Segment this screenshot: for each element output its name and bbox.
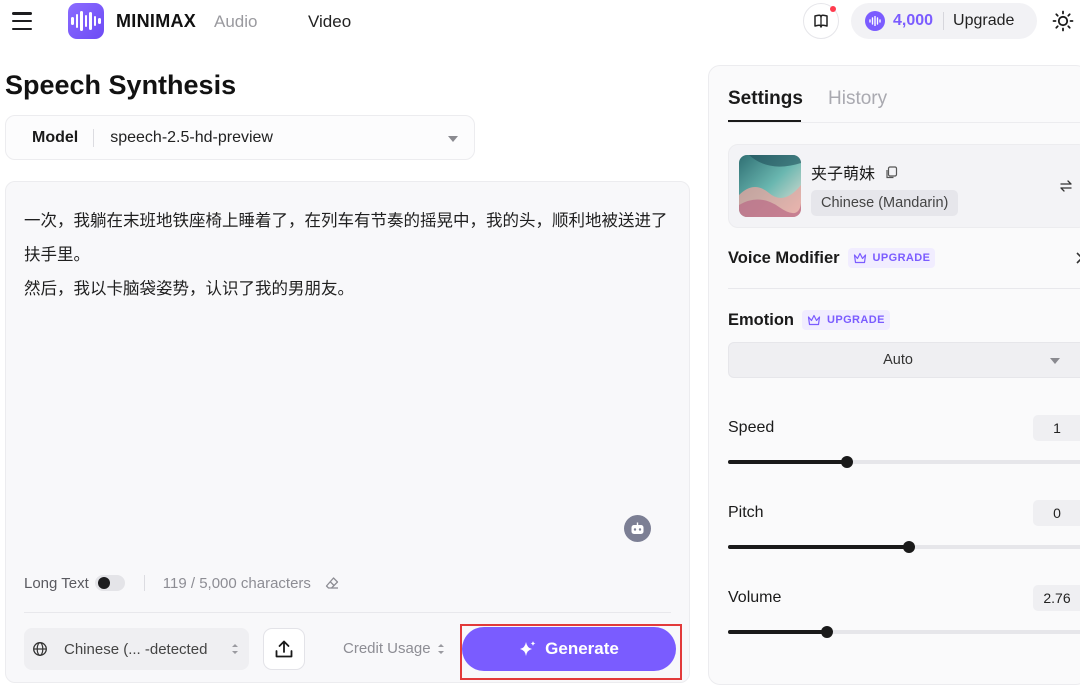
sparkle-icon <box>520 641 536 656</box>
volume-slider-fill <box>728 630 827 634</box>
settings-panel: Settings History 夹子萌妹 Chinese (Mandarin)… <box>708 65 1080 685</box>
model-select[interactable]: Model speech-2.5-hd-preview <box>5 115 475 160</box>
notification-dot <box>830 6 836 12</box>
generate-button[interactable]: Generate <box>462 627 676 671</box>
globe-icon <box>33 642 47 656</box>
voice-language-tag: Chinese (Mandarin) <box>811 190 959 216</box>
eraser-icon[interactable] <box>325 576 339 590</box>
voice-name: 夹子萌妹 <box>811 164 876 183</box>
voice-name-row: 夹子萌妹 <box>811 160 898 184</box>
chevron-right-icon[interactable] <box>1075 252 1080 264</box>
chevron-down-icon <box>1050 358 1060 364</box>
credit-icon <box>865 11 885 31</box>
editor-divider <box>24 612 671 613</box>
text-editor[interactable]: 一次，我躺在末班地铁座椅上睡着了，在列车有节奏的摇晃中，我的头，顺利地被送进了扶… <box>5 181 690 683</box>
book-icon <box>814 14 828 28</box>
nav-video[interactable]: Video <box>308 12 351 32</box>
swap-voice-icon[interactable] <box>1059 179 1073 193</box>
voice-card[interactable]: 夹子萌妹 Chinese (Mandarin) <box>728 144 1080 228</box>
top-bar: MINIMAX Audio Video 4,000 Upgrade <box>0 0 1080 44</box>
script-text[interactable]: 一次，我躺在末班地铁座椅上睡着了，在列车有节奏的摇晃中，我的头，顺利地被送进了扶… <box>24 204 674 306</box>
model-value: speech-2.5-hd-preview <box>110 128 273 146</box>
upgrade-button[interactable]: Upgrade <box>953 12 1014 30</box>
pitch-slider-thumb[interactable] <box>903 541 915 553</box>
pill-divider <box>943 12 945 30</box>
page-title: Speech Synthesis <box>5 70 237 100</box>
updown-arrow-icon <box>232 644 238 654</box>
robot-assistant-icon[interactable] <box>624 515 651 542</box>
emotion-label: Emotion <box>728 310 794 329</box>
voice-avatar <box>739 155 801 217</box>
speed-label: Speed <box>728 419 775 436</box>
voice-modifier-label: Voice Modifier <box>728 248 840 267</box>
nav-audio[interactable]: Audio <box>214 12 257 32</box>
credits-pill[interactable]: 4,000 Upgrade <box>851 3 1037 39</box>
emotion-row: Emotion UPGRADE <box>728 310 890 330</box>
volume-label: Volume <box>728 589 782 606</box>
speed-slider[interactable] <box>728 456 1080 468</box>
tabs-divider <box>728 122 1080 123</box>
crown-icon <box>853 252 866 264</box>
long-text-row: Long Text 119 / 5,000 characters <box>24 572 339 594</box>
long-text-divider <box>143 575 145 591</box>
language-select[interactable]: Chinese (... -detected <box>24 628 249 670</box>
language-select-value: Chinese (... -detected <box>64 640 208 658</box>
model-label: Model <box>32 128 79 146</box>
pitch-slider-fill <box>728 545 909 549</box>
upload-button[interactable] <box>263 628 305 670</box>
speed-slider-fill <box>728 460 847 464</box>
section-divider <box>728 288 1080 289</box>
upload-icon <box>275 640 293 658</box>
credit-usage-label: Credit Usage <box>343 640 431 657</box>
voice-modifier-row[interactable]: Voice Modifier UPGRADE <box>728 248 936 268</box>
notification-button[interactable] <box>803 3 839 39</box>
credit-usage-select[interactable]: Credit Usage <box>343 640 445 657</box>
long-text-label: Long Text <box>24 574 89 592</box>
long-text-toggle[interactable] <box>94 575 125 591</box>
credits-balance: 4,000 <box>893 12 934 29</box>
updown-arrow-icon <box>437 643 444 654</box>
upgrade-badge[interactable]: UPGRADE <box>802 310 890 330</box>
brand-name: MINIMAX <box>116 11 197 31</box>
tab-settings[interactable]: Settings <box>728 88 803 110</box>
volume-slider[interactable] <box>728 626 1080 638</box>
chevron-down-icon <box>448 136 458 142</box>
model-divider <box>93 128 95 147</box>
pitch-slider[interactable] <box>728 541 1080 553</box>
volume-slider-thumb[interactable] <box>821 626 833 638</box>
speed-value[interactable]: 1 <box>1033 415 1080 441</box>
hamburger-menu-icon[interactable] <box>12 12 32 30</box>
crown-icon <box>807 314 821 326</box>
generate-label: Generate <box>545 639 619 658</box>
emotion-select[interactable]: Auto <box>728 342 1080 378</box>
theme-toggle-sun-icon[interactable] <box>1052 10 1074 32</box>
emotion-value: Auto <box>883 352 913 368</box>
minimax-logo-icon[interactable] <box>68 3 104 39</box>
volume-value[interactable]: 2.76 <box>1033 585 1080 611</box>
upgrade-badge[interactable]: UPGRADE <box>847 248 936 268</box>
pitch-label: Pitch <box>728 504 764 521</box>
pitch-value[interactable]: 0 <box>1033 500 1080 526</box>
character-count: 119 / 5,000 characters <box>162 574 311 592</box>
speed-slider-thumb[interactable] <box>841 456 853 468</box>
copy-icon[interactable] <box>885 165 898 179</box>
tab-history[interactable]: History <box>828 88 887 110</box>
